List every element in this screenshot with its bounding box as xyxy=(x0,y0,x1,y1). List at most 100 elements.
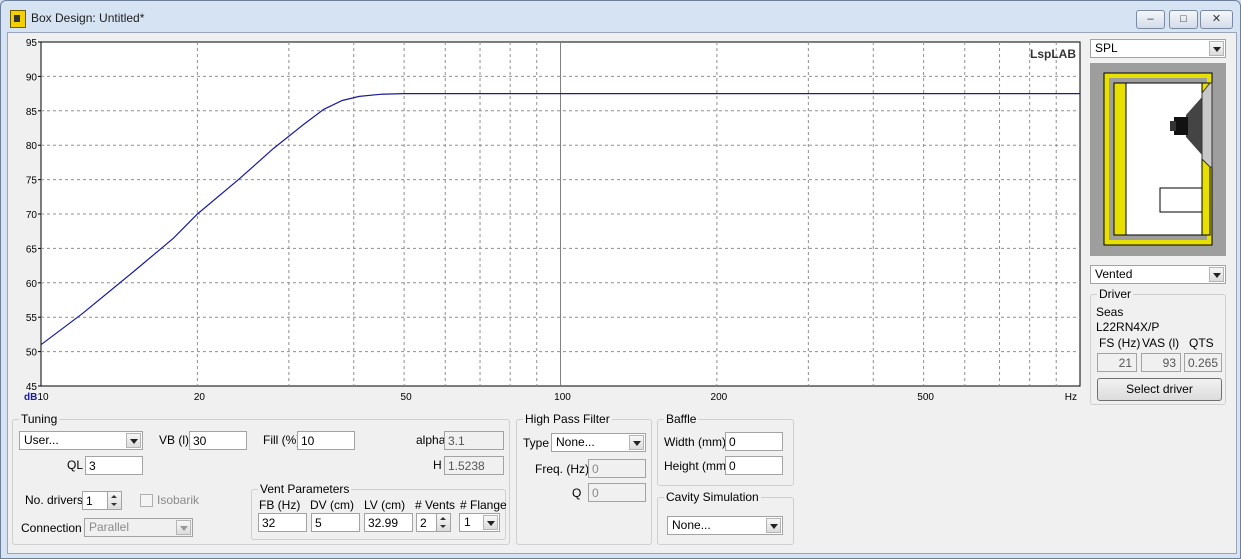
y-tick-label: 95 xyxy=(26,38,38,49)
hpf-freq-input[interactable]: 0 xyxy=(588,459,646,478)
dv-input[interactable]: 5 xyxy=(311,513,360,532)
view-select[interactable]: SPL xyxy=(1090,39,1226,58)
no-drivers-input[interactable]: 1 xyxy=(82,491,108,510)
h-label: H xyxy=(433,458,442,472)
alpha-label: alpha xyxy=(416,433,446,447)
maximize-button[interactable]: □ xyxy=(1169,10,1198,29)
y-tick-label: 60 xyxy=(26,279,38,290)
client-area: 45 50 55 60 65 70 75 80 85 90 95 10 20 50 100 200 500 dB H… xyxy=(7,32,1237,554)
vents-label: # Vents xyxy=(415,498,456,512)
fb-label: FB (Hz) xyxy=(259,498,301,512)
fill-label: Fill (%) xyxy=(263,433,301,447)
select-driver-button[interactable]: Select driver xyxy=(1097,378,1222,401)
lsplab-watermark: LspLAB xyxy=(1030,47,1076,61)
y-tick-label: 85 xyxy=(26,107,38,118)
baffle-height-label: Height (mm) xyxy=(664,459,731,473)
x-tick-label: 10 xyxy=(37,392,49,403)
chevron-down-icon xyxy=(126,433,141,448)
hpf-type-select[interactable]: None... xyxy=(551,433,646,452)
x-tick-label: 200 xyxy=(711,392,728,403)
hpf-q-input[interactable]: 0 xyxy=(588,483,646,502)
x-tick-label: 500 xyxy=(917,392,934,403)
flange-select[interactable]: 1 xyxy=(459,513,500,532)
dv-label: DV (cm) xyxy=(310,498,354,512)
qts-label: QTS xyxy=(1189,336,1214,350)
lv-input[interactable]: 32.99 xyxy=(364,513,413,532)
vents-input[interactable]: 2 xyxy=(416,513,437,532)
vents-spinner[interactable] xyxy=(436,513,451,532)
hpf-type-label: Type xyxy=(523,436,550,450)
h-value: 1.5238 xyxy=(444,456,504,475)
chevron-down-icon xyxy=(483,515,498,530)
cavity-value: None... xyxy=(672,518,711,532)
ql-label: QL xyxy=(67,458,84,472)
connection-select[interactable]: Parallel xyxy=(84,518,193,537)
view-select-value: SPL xyxy=(1095,41,1118,55)
hpf-group-title: High Pass Filter xyxy=(523,412,612,426)
vas-value: 93 xyxy=(1141,353,1181,372)
x-axis-label: Hz xyxy=(1065,392,1077,403)
qts-value: 0.265 xyxy=(1184,353,1222,372)
alpha-value: 3.1 xyxy=(444,431,504,450)
speaker-app-icon xyxy=(10,10,26,28)
title-bar: Box Design: Untitled* – □ ✕ xyxy=(1,1,1240,35)
x-tick-label: 50 xyxy=(401,392,413,403)
vb-label: VB (l) xyxy=(159,433,189,447)
fill-input[interactable]: 10 xyxy=(297,431,355,450)
x-tick-label: 100 xyxy=(554,392,571,403)
window-title: Box Design: Untitled* xyxy=(31,11,145,25)
vb-input[interactable]: 30 xyxy=(189,431,247,450)
hpf-q-label: Q xyxy=(572,486,582,500)
driver-brand: Seas xyxy=(1096,305,1124,319)
chevron-down-icon xyxy=(1209,267,1224,282)
y-tick-label: 55 xyxy=(26,313,38,324)
vent-group-title: Vent Parameters xyxy=(258,482,352,496)
no-drivers-label: No. drivers xyxy=(25,493,84,507)
cavity-select[interactable]: None... xyxy=(667,516,783,535)
vas-label: VAS (l) xyxy=(1142,336,1180,350)
close-button[interactable]: ✕ xyxy=(1200,10,1233,29)
baffle-width-label: Width (mm) xyxy=(664,435,726,449)
y-tick-label: 70 xyxy=(26,210,38,221)
connection-label: Connection xyxy=(21,521,82,535)
chevron-down-icon xyxy=(766,518,781,533)
box-diagram xyxy=(1090,63,1226,256)
minimize-button[interactable]: – xyxy=(1136,10,1165,29)
fs-label: FS (Hz) xyxy=(1099,336,1141,350)
fs-value: 21 xyxy=(1097,353,1137,372)
driver-model: L22RN4X/P xyxy=(1096,320,1160,334)
tuning-preset-select[interactable]: User... xyxy=(19,431,143,450)
y-tick-label: 80 xyxy=(26,141,38,152)
hpf-freq-label: Freq. (Hz) xyxy=(535,462,589,476)
baffle-width-input[interactable]: 0 xyxy=(725,432,783,451)
tuning-preset-value: User... xyxy=(24,433,59,447)
spl-chart[interactable]: 455055606570758085909510 20 50 100 200 500dB H… xyxy=(12,36,1084,406)
app-window: Box Design: Untitled* – □ ✕ 45 50 55 60 65 70… xyxy=(0,0,1241,559)
connection-value: Parallel xyxy=(89,520,130,534)
chevron-down-icon xyxy=(176,520,191,535)
chevron-down-icon xyxy=(1209,41,1224,56)
x-tick-label: 20 xyxy=(194,392,206,403)
y-tick-label: 50 xyxy=(26,348,38,359)
box-type-value: Vented xyxy=(1095,267,1133,281)
box-type-select[interactable]: Vented xyxy=(1090,265,1226,284)
baffle-group-title: Baffle xyxy=(664,412,699,426)
hpf-type-value: None... xyxy=(556,435,595,449)
flange-label: # Flange xyxy=(460,498,507,512)
baffle-group: Baffle xyxy=(657,412,794,486)
isobarik-label: Isobarik xyxy=(157,493,200,507)
tuning-group-title: Tuning xyxy=(19,412,60,426)
baffle-height-input[interactable]: 0 xyxy=(725,456,783,475)
lv-label: LV (cm) xyxy=(364,498,406,512)
y-axis-label: dB xyxy=(24,392,37,403)
ql-input[interactable]: 3 xyxy=(85,456,143,475)
driver-group-title: Driver xyxy=(1097,287,1133,301)
y-tick-label: 75 xyxy=(26,176,38,187)
no-drivers-spinner[interactable] xyxy=(107,491,122,510)
flange-value: 1 xyxy=(464,515,471,529)
cavity-group-title: Cavity Simulation xyxy=(664,490,761,504)
chevron-down-icon xyxy=(629,435,644,450)
y-tick-label: 65 xyxy=(26,244,38,255)
fb-input[interactable]: 32 xyxy=(258,513,307,532)
isobarik-checkbox[interactable] xyxy=(140,494,153,507)
